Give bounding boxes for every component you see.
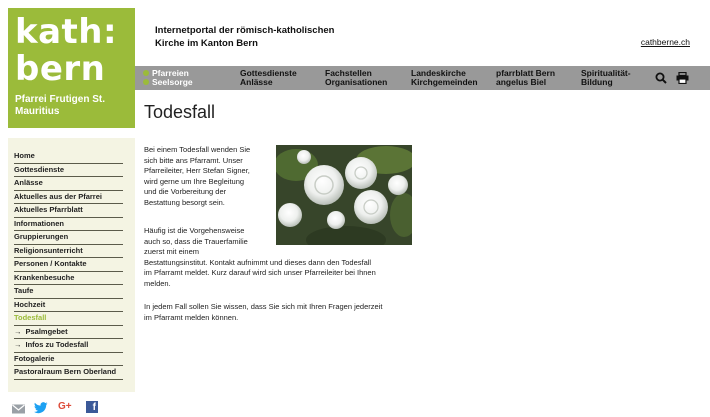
sidebar-item-label: Fotogalerie [14,353,55,363]
text-line: zuerst mit einem [144,247,200,257]
nav-item-line2: Anlässe [240,77,273,87]
email-icon[interactable] [12,401,25,417]
sidebar-item-label: Gottesdienste [14,164,65,174]
sidebar-item-krankenbesuche[interactable]: Krankenbesuche [14,272,123,285]
sidebar-item-hochzeit[interactable]: Hochzeit [14,299,123,312]
sidebar-item-aktuelles-pfarrei[interactable]: Aktuelles aus der Pfarrei [14,191,123,204]
portal-title-line1: Internetportal der römisch-katholischen [155,25,335,36]
sidebar-item-anlaesse[interactable]: Anlässe [14,177,123,191]
nav-item-spiritualitaet-bildung[interactable]: Spiritualität- Bildung [581,69,631,87]
twitter-icon[interactable] [34,401,48,417]
sidebar-item-personen-kontakte[interactable]: Personen / Kontakte [14,258,123,272]
sidebar-item-label: Taufe [14,286,34,295]
nav-item-pfarrblatt-angelus[interactable]: pfarrblatt Bern angelus Biel [496,69,555,87]
text-line: In jedem Fall sollen Sie wissen, dass Si… [144,302,383,311]
facebook-icon[interactable]: f [86,401,98,413]
logo-text: kath: bern [15,14,117,88]
sidebar-item-label: Aktuelles Pfarrblatt [14,205,83,214]
text-line: Bei einem Todesfall wenden Sie [144,145,251,154]
sidebar-subitem-infos-todesfall[interactable]: → Infos zu Todesfall [14,339,123,353]
logo-text-line2: bern [15,49,106,89]
text-line: wird gerne um Ihre Begleitung [144,176,245,186]
sidebar-item-aktuelles-pfarrblatt[interactable]: Aktuelles Pfarrblatt [14,204,123,218]
sidebar-item-label: Anlässe [14,178,43,187]
sidebar-item-informationen[interactable]: Informationen [14,218,123,231]
sidebar-item-label: Gruppierungen [14,232,69,241]
page-title: Todesfall [144,102,216,122]
text-line: im Pfarramt melden können. [144,312,239,322]
arrow-right-icon: → [14,326,22,336]
sidebar-item-label: Pastoralraum Bern Oberland [14,367,117,376]
sidebar-item-todesfall[interactable]: Todesfall [14,312,123,326]
nav-item-line2: Kirchgemeinden [411,77,478,87]
print-icon[interactable] [676,71,689,89]
sidebar-item-label: Aktuelles aus der Pfarrei [14,191,102,201]
white-roses-photo [276,145,412,245]
sidebar-item-gottesdienste[interactable]: Gottesdienste [14,164,123,177]
sidebar-item-pastoralraum[interactable]: Pastoralraum Bern Oberland [14,366,123,380]
sidebar-item-taufe[interactable]: Taufe [14,285,123,299]
sidebar-item-label: Todesfall [14,313,47,322]
text-line: Bestattungsinstitut. Kontakt aufnimmt un… [144,257,372,267]
content-paragraph-1: Bei einem Todesfall wenden Sie sich bitt… [144,145,250,209]
sidebar-item-label: Hochzeit [14,299,46,309]
nav-item-pfarreien-seelsorge[interactable]: Pfarreien Seelsorge [143,69,193,87]
sidebar-item-home[interactable]: Home [14,150,123,164]
text-line: im Pfarramt meldet. Kurz darauf wird sic… [144,268,376,278]
sidebar-menu: Home Gottesdienste Anlässe Aktuelles aus… [14,150,123,380]
portal-title: Internetportal der römisch-katholischen … [155,24,385,50]
sidebar-item-label: Home [14,151,35,160]
content-paragraph-3: In jedem Fall sollen Sie wissen, dass Si… [144,302,382,323]
sidebar-item-label: Informationen [14,218,64,228]
text-line: melden. [144,278,171,288]
text-line: Pfarreileiter, Herr Stefan Signer, [144,166,250,176]
arrow-right-icon: → [14,340,22,349]
search-icon[interactable] [655,71,667,89]
sidebar: Home Gottesdienste Anlässe Aktuelles aus… [8,138,135,392]
parish-name: Pfarrei Frutigen St. Mauritius [15,94,106,117]
sidebar-item-religionsunterricht[interactable]: Religionsunterricht [14,245,123,258]
text-line: Bestattung besorgt sein. [144,197,225,207]
sidebar-item-gruppierungen[interactable]: Gruppierungen [14,231,123,245]
nav-item-line2: Seelsorge [152,77,193,87]
google-plus-icon[interactable]: G+ [58,401,72,413]
sidebar-item-label: Infos zu Todesfall [25,340,89,349]
sidebar-item-label: Religionsunterricht [14,245,83,255]
nav-item-line2: Organisationen [325,77,388,87]
text-line: sich bitte ans Pfarramt. Unser [144,155,243,165]
nav-item-line2: Bildung [581,77,613,87]
site-logo[interactable]: kath: bern Pfarrei Frutigen St. Mauritiu… [8,8,135,128]
sidebar-item-label: Psalmgebet [25,326,68,336]
nav-item-landeskirche-kirchgemeinden[interactable]: Landeskirche Kirchgemeinden [411,69,478,87]
portal-title-line2: Kirche im Kanton Bern [155,38,258,49]
logo-text-line1: kath: [15,12,118,52]
main-navigation: Pfarreien Seelsorge Gottesdienste Anläss… [135,66,710,90]
text-line: und die Vorbereitung der [144,187,227,197]
sidebar-item-fotogalerie[interactable]: Fotogalerie [14,353,123,366]
nav-item-line2: angelus Biel [496,77,547,87]
sidebar-item-label: Krankenbesuche [14,272,75,282]
nav-item-gottesdienste-anlaesse[interactable]: Gottesdienste Anlässe [240,69,297,87]
nav-item-fachstellen-organisationen[interactable]: Fachstellen Organisationen [325,69,387,87]
sidebar-item-label: Personen / Kontakte [14,259,87,268]
sidebar-subitem-psalmgebet[interactable]: → Psalmgebet [14,326,123,339]
cathberne-link[interactable]: cathberne.ch [641,37,690,47]
